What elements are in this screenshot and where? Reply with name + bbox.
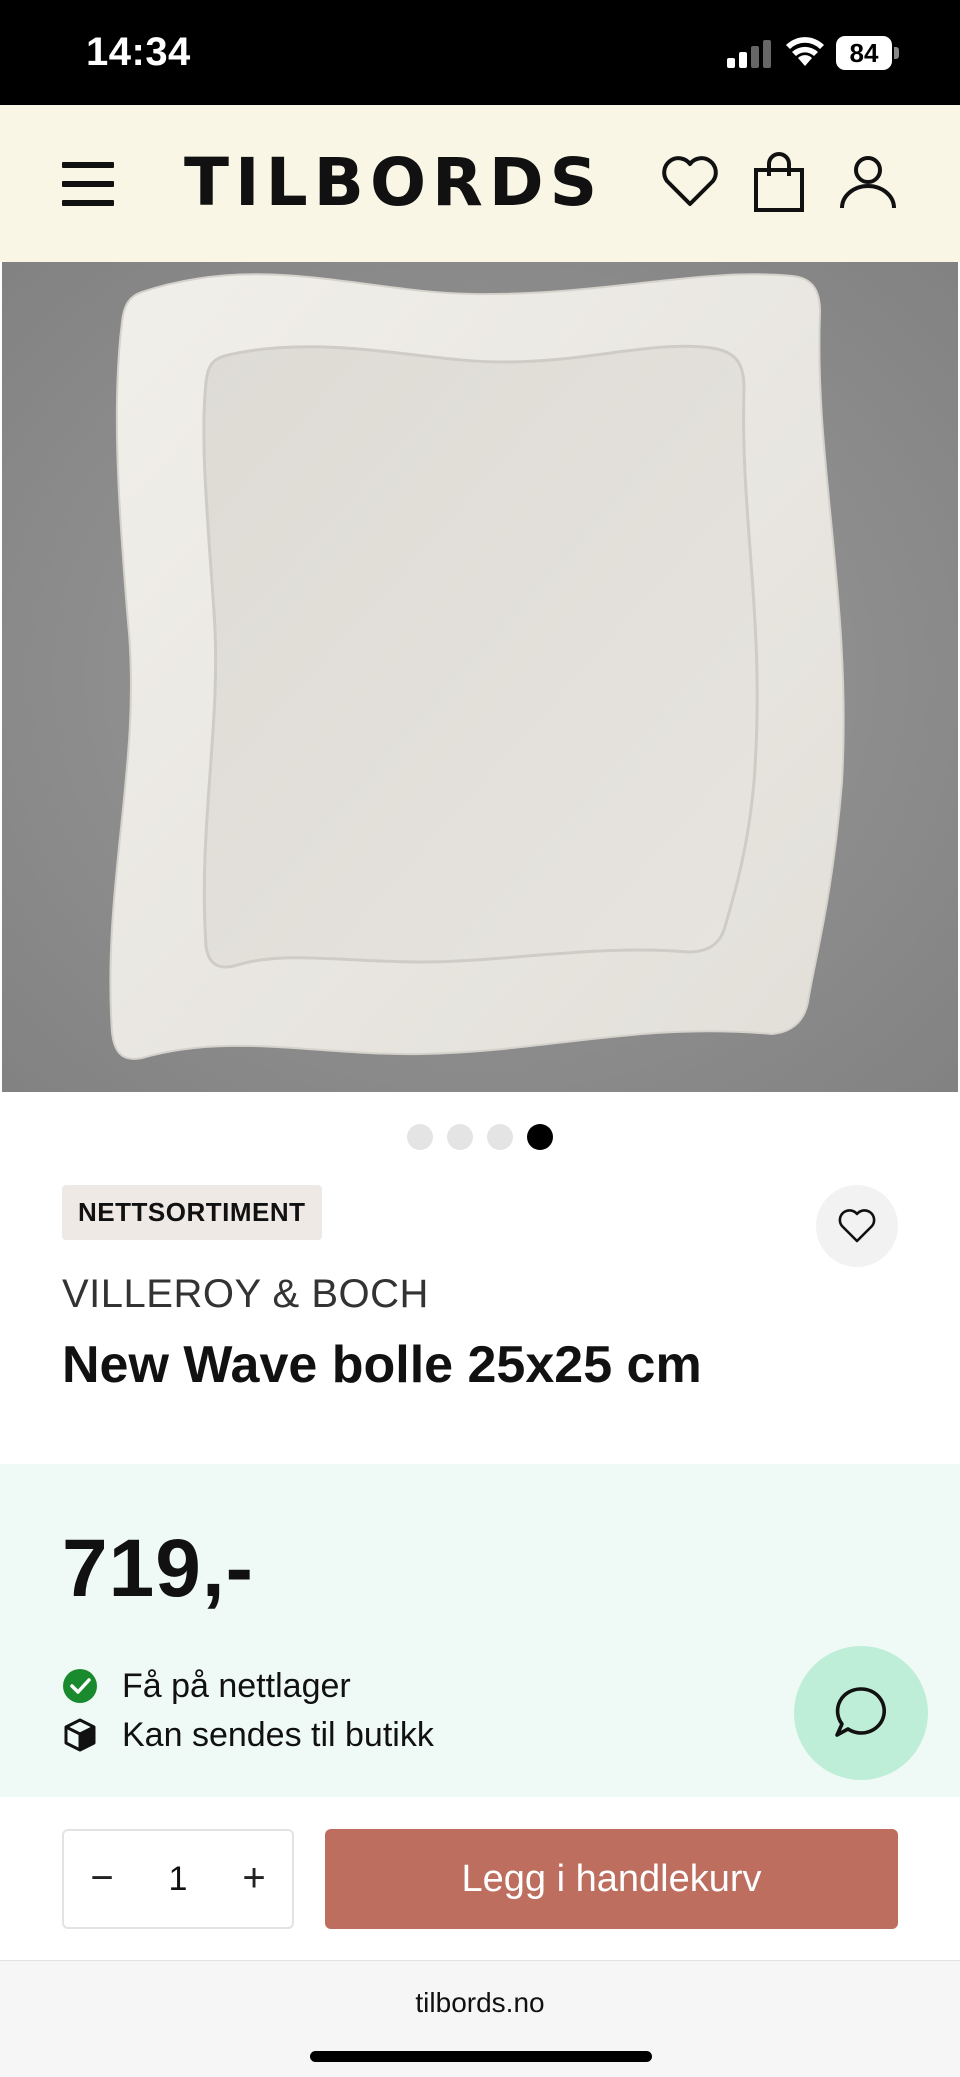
menu-icon[interactable]	[62, 162, 114, 206]
add-to-cart-button[interactable]: Legg i handlekurv	[325, 1829, 898, 1929]
quantity-value[interactable]: 1	[140, 1831, 216, 1927]
url-text[interactable]: tilbords.no	[0, 1987, 960, 2019]
product-badge: NETTSORTIMENT	[62, 1185, 322, 1240]
chat-button[interactable]	[794, 1646, 928, 1780]
wifi-icon	[786, 37, 824, 66]
product-photo	[2, 262, 958, 1092]
heart-icon	[838, 1209, 876, 1243]
availability-text: Kan sendes til butikk	[122, 1716, 434, 1754]
home-indicator	[310, 2051, 652, 2062]
product-brand[interactable]: VILLEROY & BOCH	[62, 1272, 429, 1317]
user-icon[interactable]	[836, 150, 900, 214]
availability-text: Få på nettlager	[122, 1667, 351, 1705]
quantity-decrease-button[interactable]: −	[64, 1831, 140, 1927]
carousel-dots	[0, 1124, 960, 1152]
carousel-dot-active[interactable]	[527, 1124, 553, 1150]
site-header: TILBORDS	[0, 105, 960, 262]
site-logo[interactable]: TILBORDS	[184, 143, 603, 223]
product-image[interactable]	[2, 262, 958, 1092]
status-bar: 14:34 84	[0, 0, 960, 105]
heart-icon[interactable]	[658, 150, 722, 214]
favorite-button[interactable]	[816, 1185, 898, 1267]
box-icon	[64, 1718, 96, 1752]
battery-icon: 84	[836, 36, 899, 70]
chat-bubble-icon	[835, 1687, 887, 1737]
quantity-increase-button[interactable]: +	[216, 1831, 292, 1927]
product-price: 719,-	[62, 1523, 254, 1614]
check-circle-icon	[63, 1669, 97, 1703]
battery-level: 84	[836, 36, 892, 70]
status-time: 14:34	[86, 30, 191, 74]
carousel-dot[interactable]	[407, 1124, 433, 1150]
product-title: New Wave bolle 25x25 cm	[62, 1336, 702, 1394]
price-section: 719,- Få på nettlager Kan sendes til but…	[0, 1464, 960, 1797]
carousel-dot[interactable]	[447, 1124, 473, 1150]
browser-address-bar: tilbords.no	[0, 1960, 960, 2077]
quantity-stepper: − 1 +	[62, 1829, 294, 1929]
shopping-bag-icon[interactable]	[748, 150, 812, 214]
carousel-dot[interactable]	[487, 1124, 513, 1150]
cart-bar: − 1 + Legg i handlekurv	[0, 1797, 960, 1960]
signal-icon	[727, 40, 771, 68]
